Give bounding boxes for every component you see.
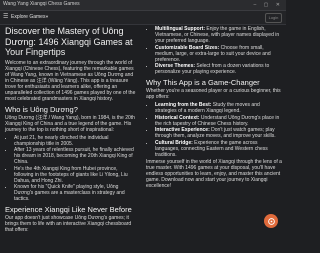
list-item: After 13 years of relentless pursuit, he… bbox=[14, 147, 138, 165]
who-paragraph: Uông Dương (汪洋 / Wang Yang), born in 198… bbox=[5, 114, 135, 133]
chat-icon bbox=[267, 217, 275, 225]
login-button[interactable]: Login bbox=[265, 13, 282, 23]
left-column: Discover the Mastery of Uông Dương: 1496… bbox=[5, 26, 138, 235]
list-item: Interactive Experience: Don't just watch… bbox=[155, 127, 282, 139]
facts-list: At just 21, he nearly clinched the indiv… bbox=[5, 135, 138, 203]
list-item: He's the 4th Xiangqi King from Hubei pro… bbox=[14, 166, 138, 184]
explore-games-menu[interactable]: Explore Games bbox=[11, 14, 45, 20]
chat-fab-button[interactable] bbox=[264, 214, 278, 228]
window-controls[interactable]: – ▢ ✕ bbox=[254, 2, 283, 8]
who-heading: Who is Uông Dương? bbox=[5, 104, 78, 114]
window-title: Wang Yang Xiangqi Chess Games bbox=[3, 1, 80, 7]
chevron-down-icon[interactable]: ▼ bbox=[45, 14, 49, 19]
list-item: At just 21, he nearly clinched the indiv… bbox=[14, 135, 138, 147]
why-paragraph: Whether you're a seasoned player or a cu… bbox=[146, 88, 281, 100]
features-list: Multilingual Support: Enjoy the game in … bbox=[146, 26, 282, 75]
list-item: Diverse Themes: Select from a dozen vari… bbox=[155, 63, 282, 75]
outro-paragraph: Immerse yourself in the world of Xiangqi… bbox=[146, 158, 282, 189]
list-item: Multilingual Support: Enjoy the game in … bbox=[155, 26, 282, 44]
experience-heading: Experience Xiangqi Like Never Before bbox=[5, 205, 132, 214]
list-item: Customizable Board Sizes: Choose from sm… bbox=[155, 45, 282, 63]
top-navbar: ☰ Explore Games ▼ Login bbox=[0, 11, 286, 25]
intro-paragraph: Welcome to an extraordinary journey thro… bbox=[5, 59, 136, 102]
experience-paragraph: Our app doesn't just showcase Uông Dương… bbox=[5, 215, 132, 233]
list-item: Learning from the Best: Study the moves … bbox=[155, 102, 282, 114]
why-heading: Why This App is a Game-Changer bbox=[146, 78, 260, 87]
list-item: Cultural Bridge: Experience the game acr… bbox=[155, 140, 282, 158]
list-item: Historical Context: Understand Uông Dươn… bbox=[155, 115, 282, 127]
hamburger-icon[interactable]: ☰ bbox=[3, 13, 8, 21]
list-item: Known for his "Quick Knife" playing styl… bbox=[14, 184, 138, 202]
window-titlebar: Wang Yang Xiangqi Chess Games – ▢ ✕ bbox=[0, 0, 286, 11]
benefits-list: Learning from the Best: Study the moves … bbox=[146, 102, 282, 158]
right-column: Multilingual Support: Enjoy the game in … bbox=[146, 26, 282, 191]
page-title: Discover the Mastery of Uông Dương: 1496… bbox=[5, 26, 133, 57]
